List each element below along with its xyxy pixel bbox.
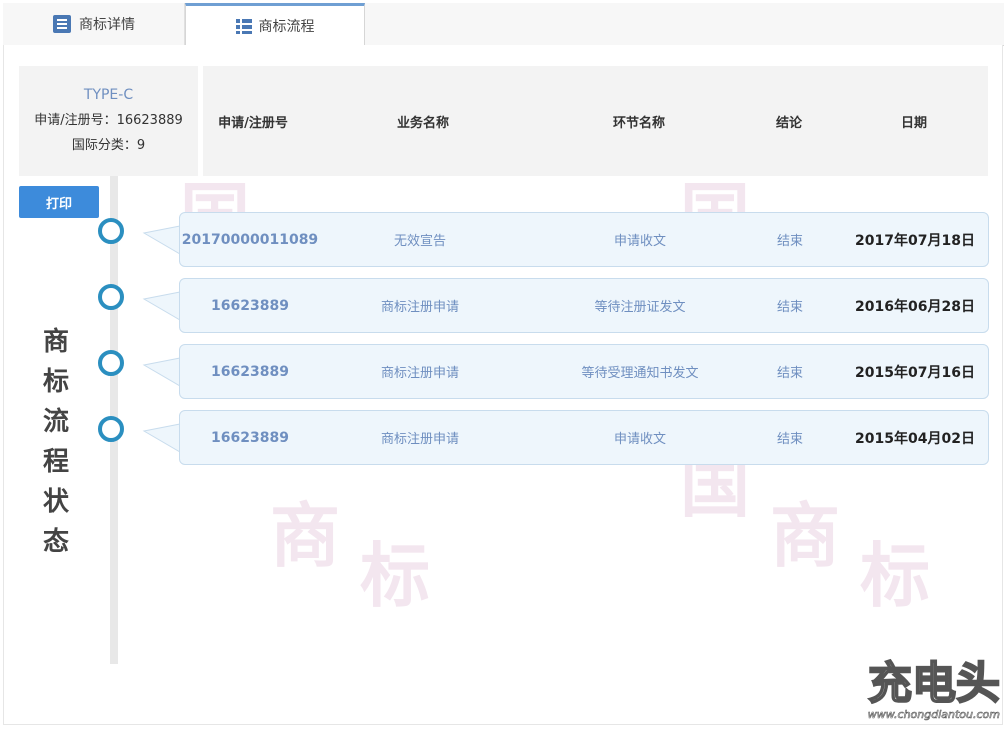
side-title-char: 程 bbox=[42, 447, 69, 477]
document-list-icon bbox=[52, 14, 72, 34]
grid-list-icon bbox=[235, 18, 252, 34]
column-header: 结论 bbox=[775, 115, 802, 131]
column-header: 日期 bbox=[900, 115, 927, 131]
table-row[interactable]: 16623889 商标注册申请 申请收文 结束 2015年04月02日 bbox=[179, 410, 989, 465]
table-row[interactable]: 16623889 商标注册申请 等待受理通知书发文 结束 2015年07月16日 bbox=[179, 344, 989, 399]
tab-trademark-process[interactable]: 商标流程 bbox=[185, 3, 365, 46]
date: 2016年06月28日 bbox=[855, 298, 975, 315]
step-name: 等待注册证发文 bbox=[594, 300, 686, 315]
result: 结束 bbox=[776, 432, 803, 447]
reg-no-line: 申请/注册号：16623889 bbox=[34, 113, 183, 128]
date: 2015年04月02日 bbox=[855, 430, 975, 447]
class-line: 国际分类：9 bbox=[71, 138, 146, 153]
tab-bar: 商标详情 商标流程 bbox=[3, 3, 1004, 46]
column-header: 申请/注册号 bbox=[218, 115, 288, 131]
date: 2017年07月18日 bbox=[855, 232, 975, 249]
type-label: TYPE-C bbox=[83, 87, 134, 103]
side-title-char: 商 bbox=[42, 327, 69, 357]
side-title-char: 流 bbox=[42, 407, 69, 437]
timeline-dot bbox=[98, 284, 124, 310]
site-logo-watermark: 充电头 www.chongdiantou.com bbox=[850, 658, 1001, 725]
watermark-char: 商 bbox=[270, 495, 340, 577]
speech-tail bbox=[142, 291, 181, 321]
business-name: 商标注册申请 bbox=[380, 432, 459, 447]
logo-url: www.chongdiantou.com bbox=[867, 708, 1000, 722]
column-header: 环节名称 bbox=[612, 115, 665, 131]
table-header: 申请/注册号 业务名称 环节名称 结论 日期 bbox=[203, 66, 988, 176]
reg-no: 20170000011089 bbox=[181, 231, 319, 248]
side-title: 商 标 流 程 状 态 bbox=[38, 322, 74, 562]
speech-tail bbox=[142, 423, 181, 453]
watermark-char: 商 bbox=[770, 495, 840, 577]
tab-label: 商标详情 bbox=[79, 17, 135, 33]
side-title-char: 标 bbox=[42, 367, 69, 397]
watermark-char: 标 bbox=[860, 535, 930, 617]
print-button[interactable]: 打印 bbox=[19, 186, 99, 218]
step-name: 等待受理通知书发文 bbox=[581, 366, 699, 381]
speech-tail bbox=[142, 357, 181, 387]
step-name: 申请收文 bbox=[613, 432, 666, 447]
table-row[interactable]: 16623889 商标注册申请 等待注册证发文 结束 2016年06月28日 bbox=[179, 278, 989, 333]
timeline-dot bbox=[98, 218, 124, 244]
business-name: 商标注册申请 bbox=[380, 300, 459, 315]
side-title-char: 状 bbox=[42, 487, 69, 517]
reg-no: 16623889 bbox=[211, 297, 289, 314]
reg-no: 16623889 bbox=[211, 363, 289, 380]
tab-label: 商标流程 bbox=[258, 19, 315, 35]
reg-no: 16623889 bbox=[211, 429, 289, 446]
timeline-dot bbox=[98, 350, 124, 376]
result: 结束 bbox=[776, 234, 803, 249]
side-title-char: 态 bbox=[42, 527, 69, 557]
logo-text: 充电头 bbox=[867, 658, 1001, 709]
watermark-char: 标 bbox=[360, 535, 430, 617]
table-row[interactable]: 20170000011089 无效宣告 申请收文 结束 2017年07月18日 bbox=[179, 212, 989, 267]
business-name: 无效宣告 bbox=[393, 234, 446, 249]
result: 结束 bbox=[776, 300, 803, 315]
trademark-summary: TYPE-C 申请/注册号：16623889 国际分类：9 bbox=[19, 66, 198, 176]
step-name: 申请收文 bbox=[613, 234, 666, 249]
speech-tail bbox=[142, 225, 181, 255]
tab-trademark-details[interactable]: 商标详情 bbox=[3, 3, 185, 45]
result: 结束 bbox=[776, 366, 803, 381]
date: 2015年07月16日 bbox=[855, 364, 975, 381]
column-header: 业务名称 bbox=[396, 115, 449, 131]
timeline-dot bbox=[98, 416, 124, 442]
business-name: 商标注册申请 bbox=[380, 366, 459, 381]
